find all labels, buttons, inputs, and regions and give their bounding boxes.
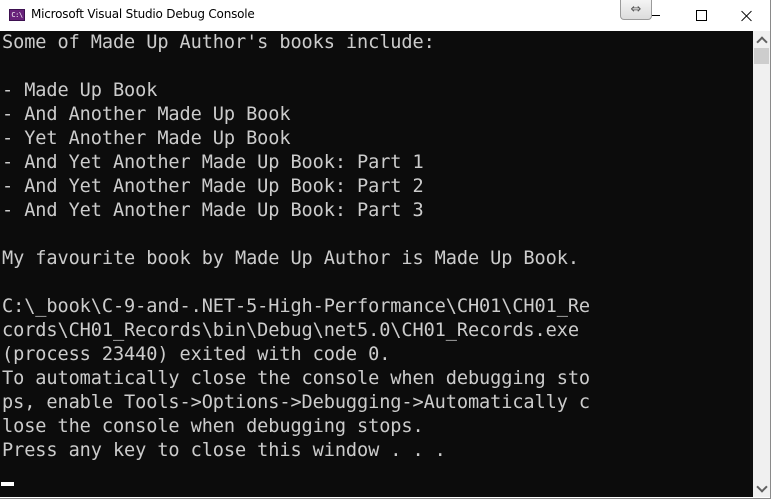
console-line: - And Yet Another Made Up Book: Part 3	[2, 200, 424, 221]
console-app-icon: C:\	[9, 9, 25, 21]
maximize-icon	[695, 10, 707, 21]
scroll-up-button[interactable]	[753, 31, 770, 48]
vertical-scrollbar[interactable]	[753, 31, 770, 497]
text-cursor	[1, 482, 14, 486]
chevron-up-icon	[755, 35, 768, 48]
console-line: Press any key to close this window . . .	[2, 440, 446, 461]
console-line: - Yet Another Made Up Book	[2, 128, 291, 149]
close-button[interactable]	[724, 0, 770, 31]
console-line: cords\CH01_Records\bin\Debug\net5.0\CH01…	[2, 320, 579, 341]
chevron-down-icon	[755, 480, 768, 493]
console-line: C:\_book\C-9-and-.NET-5-High-Performance…	[2, 296, 591, 317]
console-line: (process 23440) exited with code 0.	[2, 344, 391, 365]
console-line: - And Another Made Up Book	[2, 104, 291, 125]
console-output-text: Some of Made Up Author's books include: …	[2, 31, 590, 463]
horizontal-resize-icon: ⇔	[630, 2, 642, 17]
scroll-down-button[interactable]	[753, 480, 770, 497]
maximize-button[interactable]	[678, 0, 724, 31]
console-line: lose the console when debugging stops.	[2, 416, 424, 437]
title-bar[interactable]: C:\ Microsoft Visual Studio Debug Consol…	[0, 0, 770, 31]
scroll-thumb[interactable]	[754, 48, 769, 64]
window-title: Microsoft Visual Studio Debug Console	[31, 7, 255, 21]
resize-handle[interactable]: ⇔	[620, 0, 652, 20]
console-line: To automatically close the console when …	[2, 368, 591, 389]
console-line: - Made Up Book	[2, 80, 158, 101]
console-line: Some of Made Up Author's books include:	[2, 32, 435, 53]
close-icon	[741, 10, 753, 22]
console-line: - And Yet Another Made Up Book: Part 1	[2, 152, 424, 173]
console-line: ps, enable Tools->Options->Debugging->Au…	[2, 392, 591, 413]
console-line: My favourite book by Made Up Author is M…	[2, 248, 579, 269]
debug-console-window: C:\ Microsoft Visual Studio Debug Consol…	[0, 0, 771, 499]
console-output-area[interactable]: Some of Made Up Author's books include: …	[0, 31, 753, 497]
console-line: - And Yet Another Made Up Book: Part 2	[2, 176, 424, 197]
